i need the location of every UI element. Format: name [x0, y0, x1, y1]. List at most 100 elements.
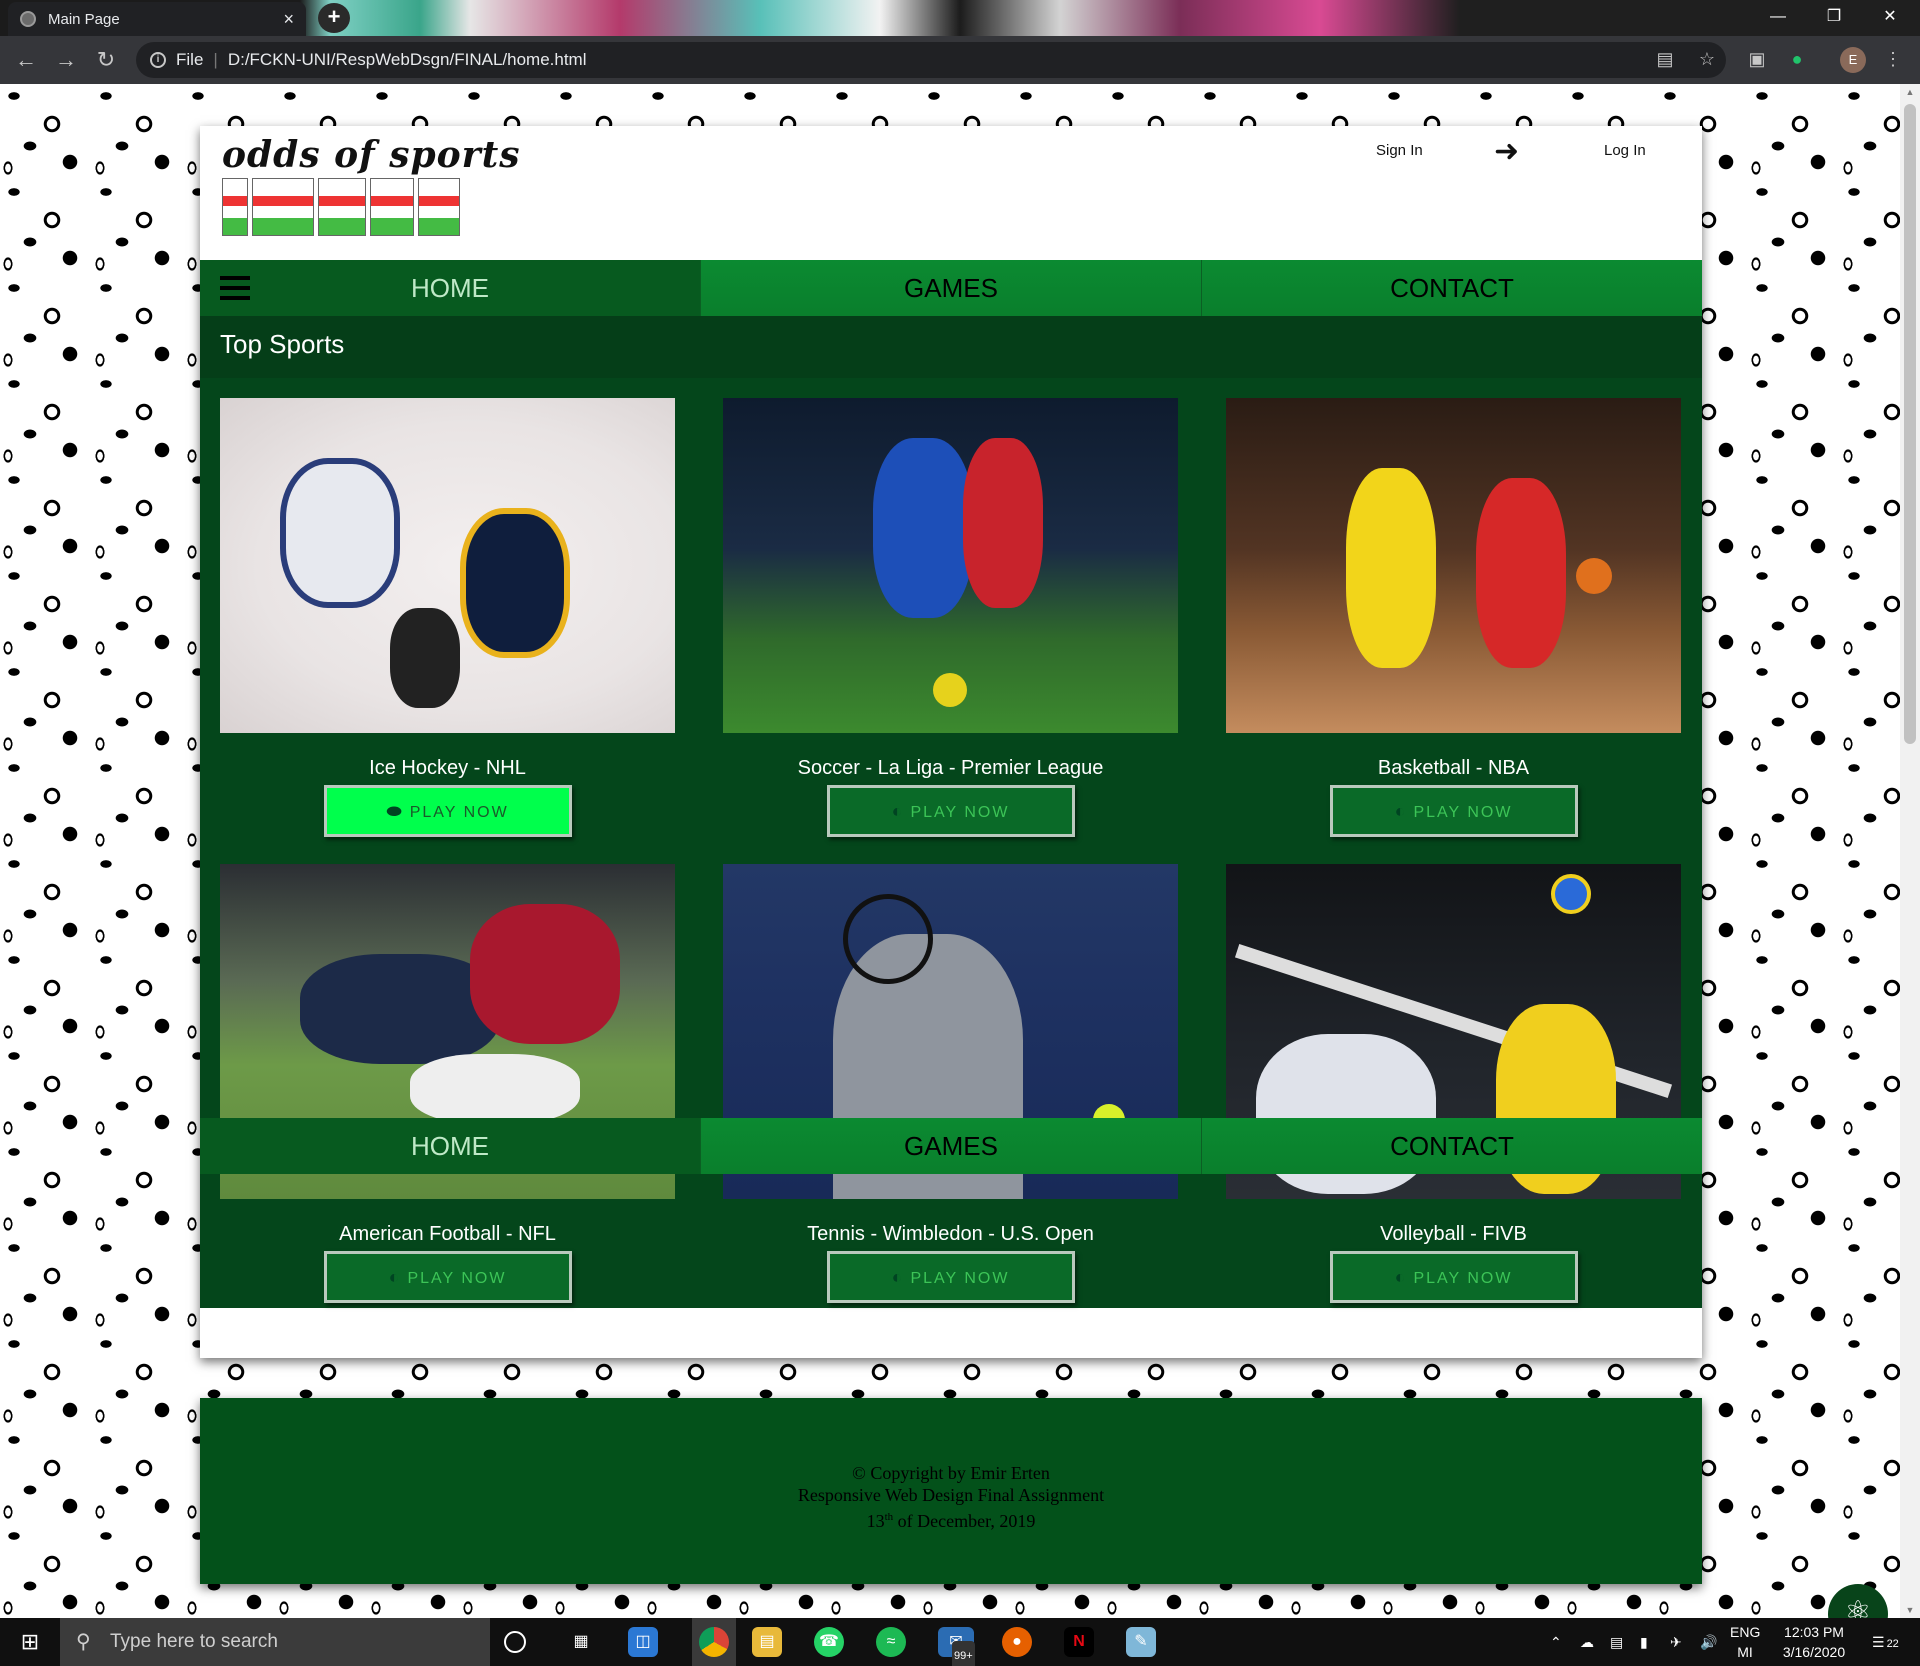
nav-games[interactable]: GAMES	[700, 260, 1201, 316]
whatsapp-icon[interactable]: ☎	[814, 1627, 844, 1657]
log-in-link[interactable]: Log In	[1604, 142, 1646, 159]
accessibility-fab-icon[interactable]: ⚛	[1828, 1584, 1888, 1618]
windows-start-icon[interactable]: ⊞	[0, 1618, 60, 1666]
tab-favicon-icon	[20, 11, 36, 27]
nav-home[interactable]: HOME	[200, 260, 700, 316]
login-arrow-icon[interactable]: ➜	[1494, 134, 1519, 169]
task-view-icon[interactable]: ▦	[566, 1627, 596, 1657]
nav-contact-bottom[interactable]: CONTACT	[1201, 1118, 1702, 1174]
menu-kebab-icon[interactable]: ⋮	[1882, 48, 1904, 70]
bookmark-star-icon[interactable]: ☆	[1696, 48, 1718, 70]
sport-caption: Volleyball - FIVB	[1380, 1223, 1527, 1245]
extension-icon[interactable]: ▣	[1746, 48, 1768, 70]
taskbar-clock[interactable]: 12:03 PM 3/16/2020	[1764, 1622, 1864, 1662]
sport-tile-soccer: Soccer - La Liga - Premier League ◐ PLAY …	[723, 398, 1178, 837]
notification-count: 22	[1886, 1638, 1899, 1650]
sport-caption: Soccer - La Liga - Premier League	[797, 757, 1104, 779]
store-icon[interactable]: ◫	[628, 1627, 658, 1657]
forward-icon[interactable]: →	[52, 46, 80, 74]
page-scrollbar[interactable]: ▲ ▼	[1900, 84, 1920, 1618]
browser-toolbar: ← → ↻ i File | D:/FCKN-UNI/RespWebDsgn/F…	[0, 36, 1920, 84]
sport-tile-basketball: Basketball - NBA ◐ PLAY NOW	[1226, 398, 1681, 837]
translate-icon[interactable]: ▤	[1654, 48, 1676, 70]
mail-icon[interactable]: ✉99+	[938, 1627, 975, 1666]
chrome-taskbar-icon[interactable]	[692, 1618, 736, 1666]
tray-chevron-icon[interactable]: ⌃	[1550, 1618, 1562, 1666]
play-now-button[interactable]: ◐ PLAY NOW	[826, 1251, 1075, 1303]
section-title: Top Sports	[200, 316, 1702, 378]
logo-sport-figures	[222, 178, 464, 236]
play-now-button[interactable]: ⬬ PLAY NOW	[323, 785, 572, 837]
soccer-photo	[723, 398, 1178, 733]
main-card: odds of sports Sign In ➜ Log In HOME GAM…	[200, 126, 1702, 1358]
file-explorer-icon[interactable]: ▤	[752, 1627, 782, 1657]
cortana-icon[interactable]	[504, 1631, 526, 1653]
sport-caption: Basketball - NBA	[1377, 757, 1530, 779]
page-viewport: odds of sports Sign In ➜ Log In HOME GAM…	[0, 84, 1900, 1618]
site-footer: © Copyright by Emir Erten Responsive Web…	[200, 1398, 1702, 1584]
tab-close-icon[interactable]: ×	[283, 9, 294, 30]
sport-caption: Ice Hockey - NHL	[369, 757, 526, 779]
restore-icon[interactable]: ❐	[1806, 0, 1862, 36]
clock-date: 3/16/2020	[1782, 1644, 1846, 1660]
battery-icon[interactable]: ▮	[1640, 1618, 1648, 1666]
play-now-button[interactable]: ◐ PLAY NOW	[1329, 785, 1578, 837]
sign-in-link[interactable]: Sign In	[1376, 142, 1423, 159]
network-icon[interactable]: ▤	[1610, 1618, 1623, 1666]
scroll-down-icon[interactable]: ▼	[1900, 1602, 1920, 1618]
sport-tile-football: American Football - NFL ◐ PLAY NOW	[220, 864, 675, 1303]
nav-home-label: HOME	[411, 273, 489, 303]
play-now-button[interactable]: ◐ PLAY NOW	[826, 785, 1075, 837]
gauge-icon: ◐	[1394, 1267, 1408, 1287]
grammarly-icon[interactable]: ●	[1786, 48, 1808, 70]
play-now-button[interactable]: ◐ PLAY NOW	[323, 1251, 572, 1303]
address-prefix: File	[176, 50, 204, 69]
search-icon: ⚲	[76, 1631, 91, 1653]
scrollbar-thumb[interactable]	[1904, 104, 1916, 744]
airplane-icon[interactable]: ✈	[1670, 1618, 1682, 1666]
basketball-photo	[1226, 398, 1681, 733]
sport-caption: American Football - NFL	[339, 1223, 556, 1245]
bottom-nav: HOME GAMES CONTACT	[200, 1118, 1702, 1174]
language-indicator[interactable]: ENG MI	[1730, 1622, 1760, 1666]
gauge-icon: ◐	[891, 1267, 905, 1287]
address-bar[interactable]: i File | D:/FCKN-UNI/RespWebDsgn/FINAL/h…	[136, 42, 1726, 78]
hamburger-menu-icon[interactable]	[220, 276, 250, 300]
sport-tile-hockey: Ice Hockey - NHL ⬬ PLAY NOW	[220, 398, 675, 837]
close-window-icon[interactable]: ✕	[1862, 0, 1918, 36]
top-nav: HOME GAMES CONTACT	[200, 260, 1702, 316]
minimize-icon[interactable]: —	[1750, 0, 1806, 36]
onedrive-icon[interactable]: ☁	[1580, 1618, 1594, 1666]
sport-tile-volleyball: Volleyball - FIVB ◐ PLAY NOW	[1226, 864, 1681, 1303]
taskbar-search[interactable]: ⚲ Type here to search	[60, 1618, 490, 1666]
site-logo[interactable]: odds of sports	[222, 134, 521, 176]
address-separator: |	[213, 50, 218, 69]
back-icon[interactable]: ←	[12, 46, 40, 74]
new-tab-button[interactable]: +	[318, 3, 350, 33]
sport-tile-tennis: Tennis - Wimbledon - U.S. Open ◐ PLAY NOW	[723, 864, 1178, 1303]
tab-title: Main Page	[48, 10, 120, 28]
nav-games-bottom[interactable]: GAMES	[700, 1118, 1201, 1174]
netflix-icon[interactable]: N	[1064, 1627, 1094, 1657]
notes-icon[interactable]: ✎	[1126, 1627, 1156, 1657]
profile-avatar[interactable]: E	[1840, 47, 1866, 73]
gauge-icon: ◐	[388, 1267, 402, 1287]
taskbar-search-placeholder: Type here to search	[110, 1631, 278, 1652]
reload-icon[interactable]: ↻	[92, 46, 120, 74]
notifications-icon[interactable]: ☰ 22	[1872, 1618, 1899, 1666]
address-url[interactable]: D:/FCKN-UNI/RespWebDsgn/FINAL/home.html	[228, 50, 587, 70]
nav-contact[interactable]: CONTACT	[1201, 260, 1702, 316]
nav-home-bottom[interactable]: HOME	[200, 1118, 700, 1174]
volume-icon[interactable]: 🔊	[1700, 1618, 1717, 1666]
gauge-icon: ◐	[891, 801, 905, 821]
play-now-button[interactable]: ◐ PLAY NOW	[1329, 1251, 1578, 1303]
sport-caption: Tennis - Wimbledon - U.S. Open	[807, 1223, 1094, 1245]
info-icon[interactable]: i	[150, 52, 166, 68]
gauge-icon: ◐	[1394, 801, 1408, 821]
browser-tab[interactable]: Main Page ×	[8, 2, 306, 36]
browser-titlebar: Main Page × + — ❐ ✕	[0, 0, 1920, 36]
spotify-icon[interactable]: ≈	[876, 1627, 906, 1657]
scroll-up-icon[interactable]: ▲	[1900, 84, 1920, 100]
firefox-icon[interactable]: ●	[1002, 1627, 1032, 1657]
footer-assignment: Responsive Web Design Final Assignment	[797, 1485, 1105, 1505]
